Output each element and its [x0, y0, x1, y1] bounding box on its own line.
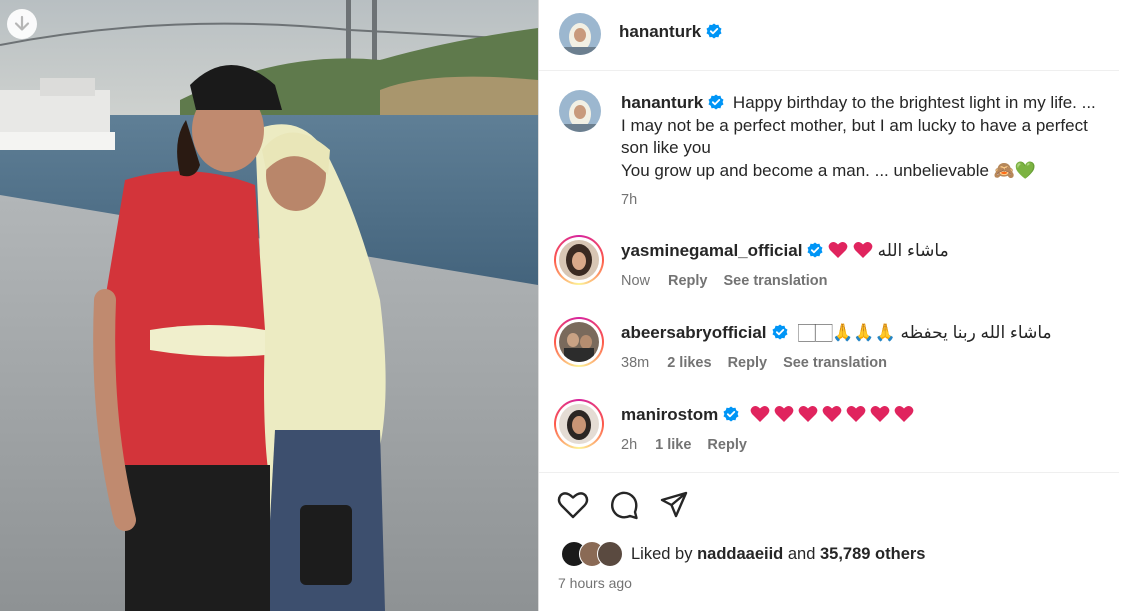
skin-tone-glyphs: 🏻🏻	[798, 323, 833, 342]
red-heart-emoji	[822, 406, 842, 422]
red-heart-emoji	[798, 406, 818, 422]
post-image	[0, 0, 538, 611]
pray-emoji: 🙏	[874, 323, 896, 342]
red-heart-emoji	[750, 406, 770, 422]
caption-username[interactable]: hananturk	[621, 93, 703, 112]
author-username[interactable]: hananturk	[619, 22, 701, 41]
verified-icon	[723, 406, 739, 422]
reply-button[interactable]: Reply	[707, 437, 747, 453]
comment-time: 38m	[621, 355, 650, 371]
comment-avatar	[559, 322, 599, 362]
red-heart-emoji	[774, 406, 794, 422]
action-bar	[557, 490, 689, 520]
comment-avatar	[559, 240, 599, 280]
verified-icon	[772, 324, 788, 340]
comment: abeersabryofficial 🏻🏻🙏🙏🙏 ماشاء الله ربنا…	[621, 323, 1111, 371]
comment-likes[interactable]: 1 like	[655, 437, 691, 453]
comment-avatar-ring[interactable]	[554, 317, 604, 367]
comment-avatar-ring[interactable]	[554, 235, 604, 285]
pray-emoji: 🙏	[832, 323, 854, 342]
comment-body: ماشاء الله ربنا يحفظه	[900, 323, 1052, 342]
likes-count[interactable]: 35,789 others	[820, 545, 925, 564]
caption-time: 7h	[621, 192, 638, 208]
download-icon	[14, 15, 30, 31]
liked-by-user[interactable]: naddaaeiid	[697, 545, 783, 564]
verified-icon	[708, 94, 724, 110]
liked-by-and: and	[787, 544, 816, 563]
post-time[interactable]: 7 hours ago	[558, 575, 632, 591]
liker-avatar	[597, 541, 623, 567]
caption-line: I may not be a perfect mother, but I am …	[621, 115, 1088, 135]
comment-username[interactable]: abeersabryofficial	[621, 323, 767, 342]
red-heart-emoji	[894, 406, 914, 422]
post-panel: hananturk hananturk Happy birthday to th…	[539, 0, 1119, 611]
comment-avatar-ring[interactable]	[554, 399, 604, 449]
monkey-emoji: 🙈	[993, 160, 1015, 180]
liked-by: Liked by naddaaeiid and 35,789 others	[561, 541, 925, 567]
caption-line: Happy birthday to the brightest light in…	[732, 93, 1096, 112]
caption: hananturk Happy birthday to the brightes…	[621, 92, 1111, 212]
see-translation-button[interactable]: See translation	[724, 273, 828, 289]
comment-likes[interactable]: 2 likes	[667, 355, 711, 371]
reply-button[interactable]: Reply	[728, 355, 768, 371]
heart-outline-icon[interactable]	[557, 490, 589, 520]
comment-username[interactable]: yasminegamal_official	[621, 241, 802, 260]
green-heart-emoji: 💚	[1014, 160, 1037, 180]
comment: yasminegamal_official ماشاء الله Now Repl…	[621, 241, 1111, 289]
comment-icon[interactable]	[609, 490, 639, 520]
author-avatar[interactable]	[559, 13, 601, 55]
liker-avatars	[561, 541, 627, 567]
caption-line: son like you	[621, 138, 711, 157]
download-button[interactable]	[7, 9, 37, 39]
comment-time: Now	[621, 273, 651, 289]
red-heart-emoji	[846, 406, 866, 422]
share-icon[interactable]	[659, 490, 689, 520]
verified-icon	[807, 242, 823, 258]
comment-avatar	[559, 404, 599, 444]
verified-icon	[706, 23, 722, 39]
red-heart-emoji	[828, 242, 848, 258]
liked-by-prefix: Liked by	[631, 544, 693, 563]
caption-avatar[interactable]	[559, 90, 601, 132]
reply-button[interactable]: Reply	[668, 273, 708, 289]
pray-emoji: 🙏	[853, 323, 875, 342]
post-header: hananturk	[539, 0, 1119, 71]
see-translation-button[interactable]: See translation	[783, 355, 887, 371]
post-photo[interactable]	[0, 0, 538, 611]
divider	[539, 472, 1119, 473]
comment: manirostom 2h 1 like Reply	[621, 405, 1111, 453]
red-heart-emoji	[870, 406, 890, 422]
comment-time: 2h	[621, 437, 638, 453]
caption-line: You grow up and become a man. ... unbeli…	[621, 160, 989, 180]
red-heart-emoji	[853, 242, 873, 258]
comment-body: ماشاء الله	[877, 241, 949, 260]
comment-username[interactable]: manirostom	[621, 405, 718, 424]
